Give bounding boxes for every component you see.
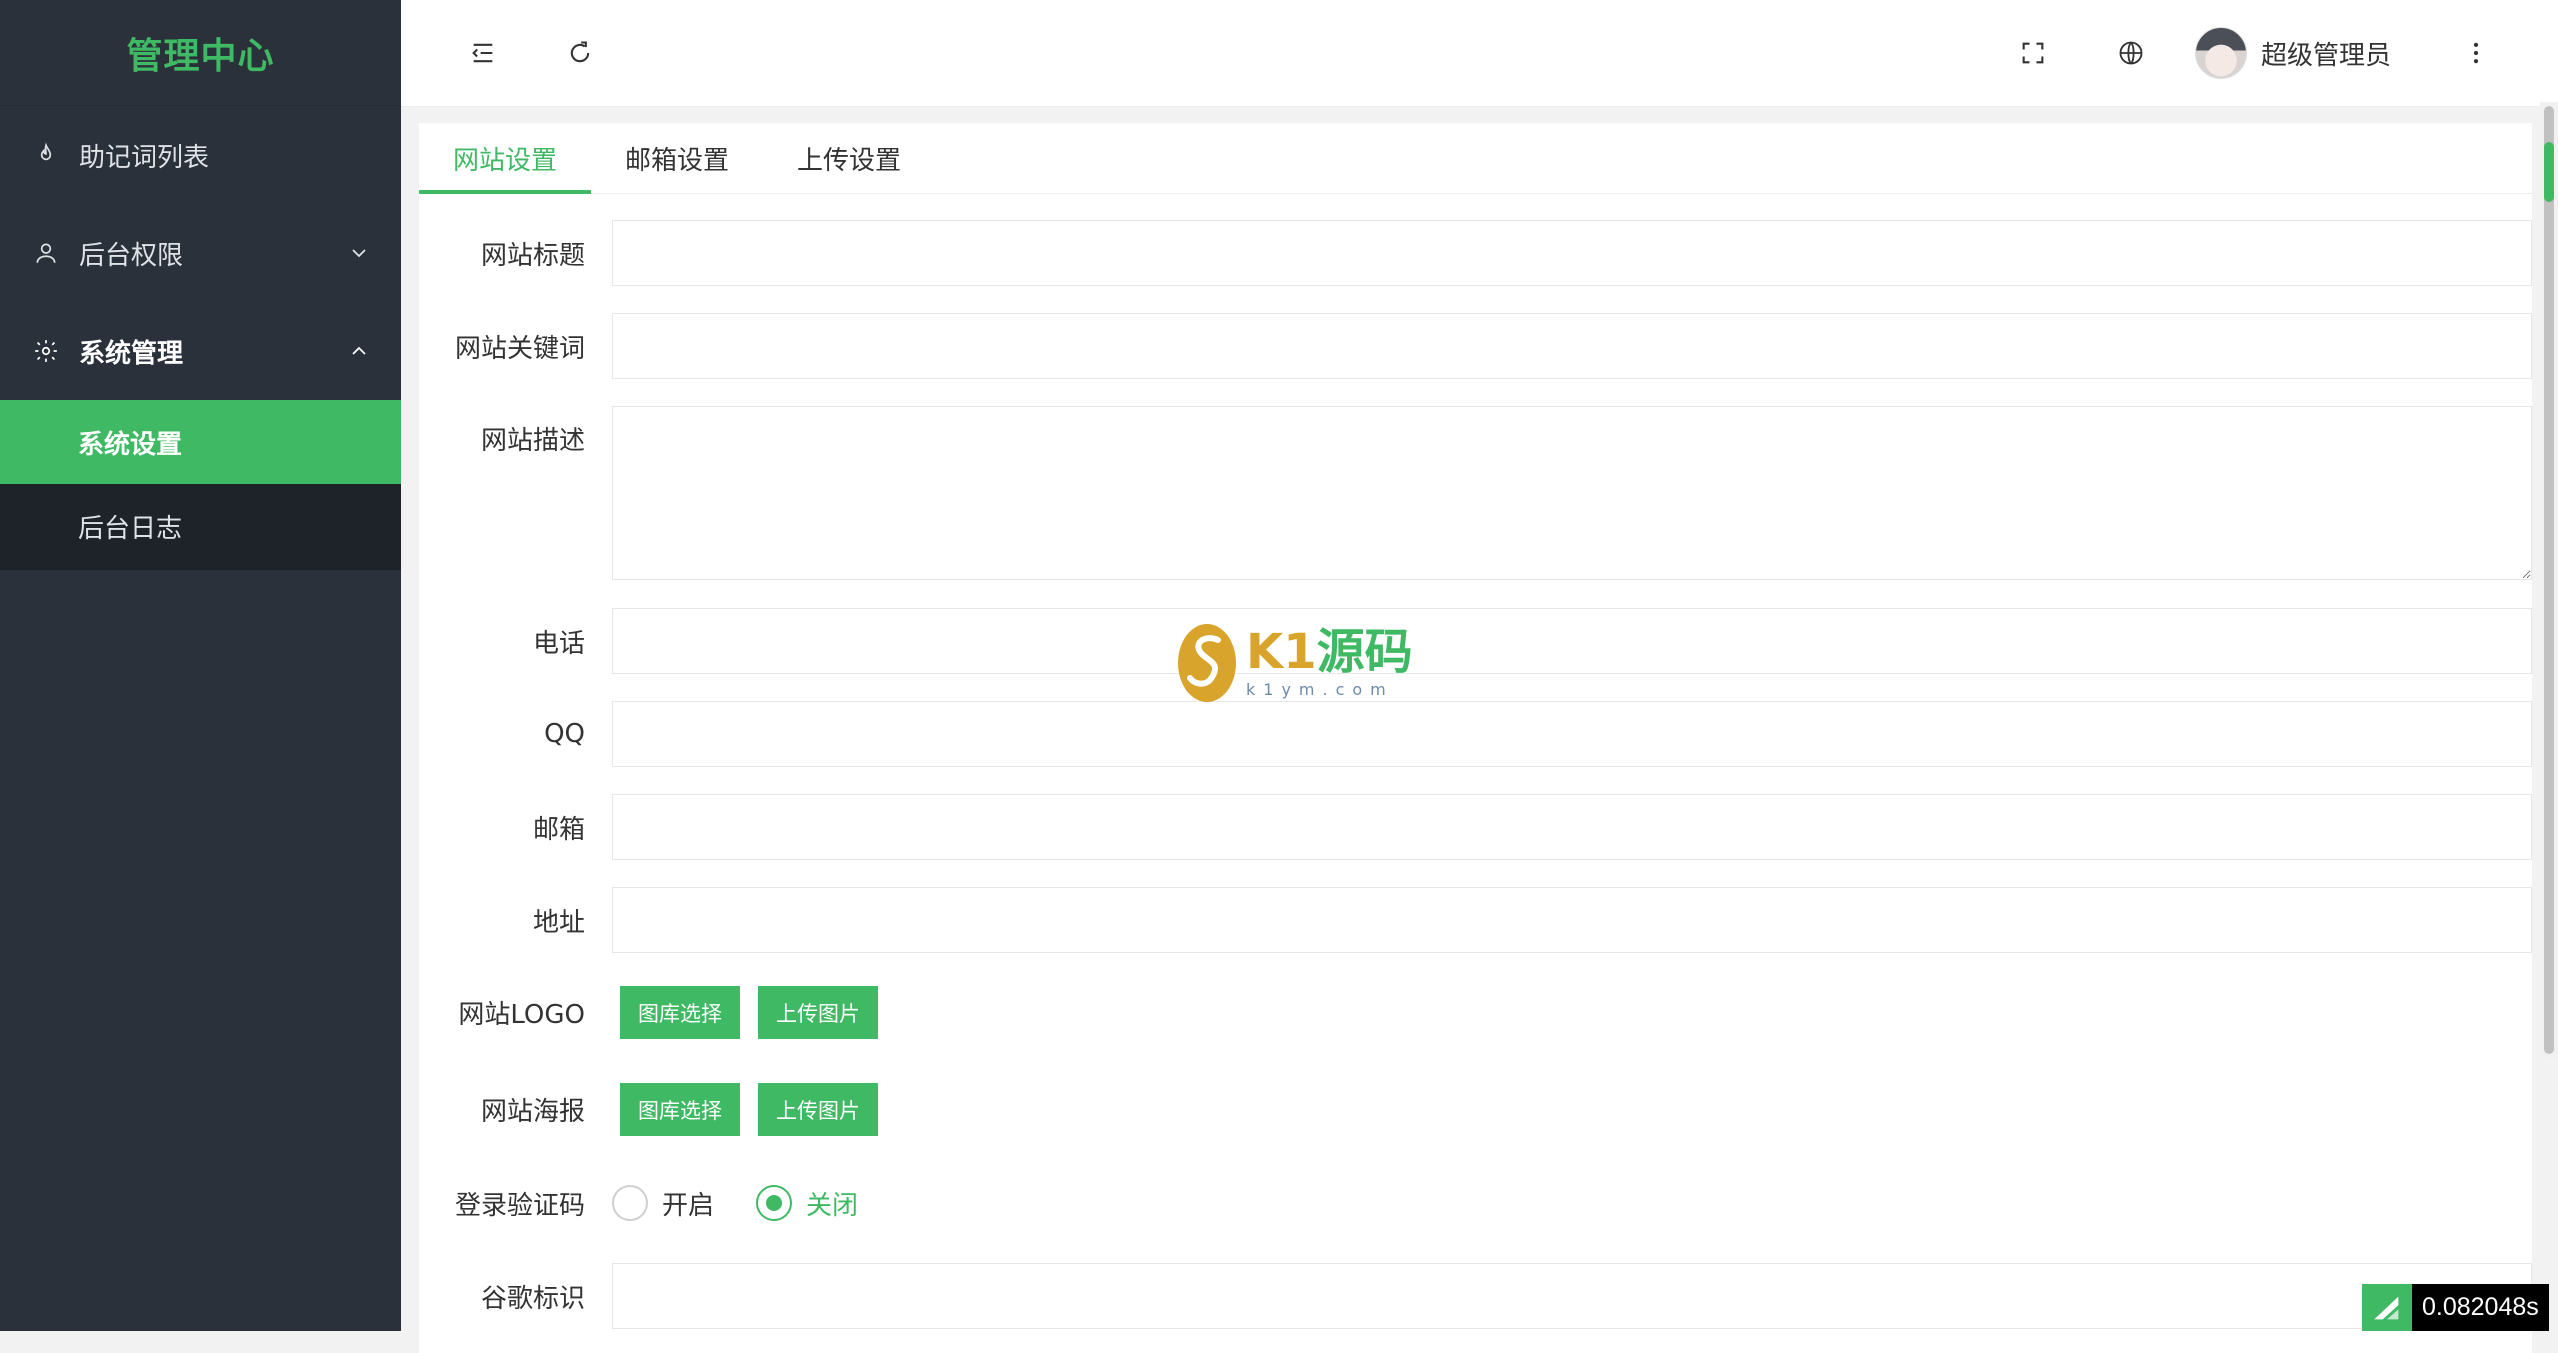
menu-toggle-button[interactable] <box>463 33 503 73</box>
scrollbar-thumb[interactable] <box>2544 106 2554 1054</box>
poster-upload-button[interactable]: 上传图片 <box>758 1083 878 1136</box>
radio-circle-selected <box>756 1185 793 1221</box>
avatar <box>2195 27 2247 79</box>
user-icon <box>33 240 59 266</box>
watermark-main: K1源码 <box>1246 623 1413 680</box>
watermark-sub: k1ym.com <box>1246 679 1394 699</box>
poster-gallery-select-button[interactable]: 图库选择 <box>620 1083 740 1136</box>
fire-icon <box>33 142 59 168</box>
email-label: 邮箱 <box>532 814 585 845</box>
form-row-email: 邮箱 <box>419 794 2532 860</box>
scrollbar-accent <box>2544 142 2554 202</box>
timer-logo-icon <box>2362 1284 2412 1331</box>
tab-upload-settings[interactable]: 上传设置 <box>763 123 935 194</box>
watermark-text: K1源码 k1ym.com <box>1246 628 1413 699</box>
captcha-off-radio[interactable]: 关闭 <box>756 1185 858 1222</box>
sidebar-item-mnemonic-list[interactable]: 助记词列表 <box>0 106 401 204</box>
chevron-down-icon <box>352 249 366 258</box>
watermark: K1源码 k1ym.com <box>1176 622 1413 704</box>
menu-fold-icon <box>472 43 493 63</box>
system-management-submenu: 系统设置 后台日志 <box>0 400 401 570</box>
sidebar-item-label: 系统管理 <box>79 338 184 369</box>
sidebar-logo: 管理中心 <box>0 0 401 106</box>
page-scrollbar[interactable] <box>2540 102 2558 1060</box>
logo-upload-button[interactable]: 上传图片 <box>758 986 878 1039</box>
chevron-up-icon <box>352 346 366 355</box>
captcha-off-label: 关闭 <box>806 1190 859 1221</box>
more-vertical-icon <box>2473 42 2479 64</box>
form-row-site-poster: 网站海报 图库选择 上传图片 <box>419 1083 896 1136</box>
site-description-label: 网站描述 <box>480 426 585 456</box>
tab-site-settings[interactable]: 网站设置 <box>419 123 592 194</box>
logo-gallery-select-button[interactable]: 图库选择 <box>620 986 740 1039</box>
watermark-logo-icon <box>1178 624 1236 702</box>
captcha-on-radio[interactable]: 开启 <box>612 1185 714 1222</box>
fullscreen-button[interactable] <box>2013 33 2053 73</box>
form-row-site-logo: 网站LOGO 图库选择 上传图片 <box>419 986 896 1039</box>
site-description-textarea[interactable] <box>612 406 2532 580</box>
site-keywords-input[interactable] <box>612 313 2532 379</box>
form-row-google-id: 谷歌标识 <box>419 1263 2532 1329</box>
form-row-address: 地址 <box>419 887 2532 953</box>
refresh-button[interactable] <box>560 33 600 73</box>
form-row-site-description: 网站描述 <box>419 406 2532 580</box>
site-title-input[interactable] <box>612 220 2532 286</box>
page-load-timer: 0.082048s <box>2362 1284 2549 1331</box>
captcha-on-label: 开启 <box>662 1190 715 1221</box>
phone-input[interactable] <box>612 608 2532 674</box>
sidebar: 管理中心 助记词列表 后台权限 系统管理 系统设置 后台日志 <box>0 0 401 1331</box>
settings-tabs: 网站设置 邮箱设置 上传设置 <box>419 123 2532 194</box>
refresh-icon <box>570 41 590 63</box>
sidebar-item-label: 后台权限 <box>79 240 184 271</box>
form-row-site-keywords: 网站关键词 <box>419 313 2532 379</box>
tab-email-settings[interactable]: 邮箱设置 <box>591 123 763 194</box>
sidebar-item-label: 助记词列表 <box>79 142 210 173</box>
timer-value: 0.082048s <box>2412 1284 2549 1331</box>
form-row-phone: 电话 <box>419 608 2532 674</box>
sidebar-item-system-management[interactable]: 系统管理 <box>0 302 401 400</box>
sidebar-item-admin-log[interactable]: 后台日志 <box>0 484 401 568</box>
form-row-qq: QQ <box>419 701 2532 767</box>
user-name: 超级管理员 <box>2261 40 2392 71</box>
top-header: 超级管理员 <box>401 0 2558 107</box>
sidebar-item-admin-permissions[interactable]: 后台权限 <box>0 204 401 302</box>
address-label: 地址 <box>532 907 585 938</box>
globe-icon <box>2119 41 2143 65</box>
form-row-login-captcha: 登录验证码 开启 关闭 <box>419 1183 900 1223</box>
form-row-site-title: 网站标题 <box>419 220 2532 286</box>
google-id-label: 谷歌标识 <box>480 1283 585 1314</box>
sidebar-item-system-settings[interactable]: 系统设置 <box>0 400 401 484</box>
login-captcha-label: 登录验证码 <box>454 1190 585 1221</box>
more-options-button[interactable] <box>2456 33 2496 73</box>
site-title-label: 网站标题 <box>480 240 585 271</box>
gear-icon <box>33 338 59 364</box>
google-id-input[interactable] <box>612 1263 2532 1329</box>
qq-input[interactable] <box>612 701 2532 767</box>
radio-circle <box>612 1185 648 1221</box>
qq-label: QQ <box>544 719 585 749</box>
email-input[interactable] <box>612 794 2532 860</box>
app-title: 管理中心 <box>126 35 275 77</box>
site-poster-label: 网站海报 <box>480 1097 585 1127</box>
site-logo-label: 网站LOGO <box>458 1000 585 1030</box>
address-input[interactable] <box>612 887 2532 953</box>
fullscreen-icon <box>2022 42 2044 64</box>
phone-label: 电话 <box>532 628 585 659</box>
language-button[interactable] <box>2111 33 2151 73</box>
site-keywords-label: 网站关键词 <box>454 333 585 364</box>
user-menu[interactable]: 超级管理员 <box>2195 24 2391 82</box>
settings-card: 网站设置 邮箱设置 上传设置 网站标题 网站关键词 网站描述 电话 QQ 邮箱 … <box>419 123 2532 1353</box>
